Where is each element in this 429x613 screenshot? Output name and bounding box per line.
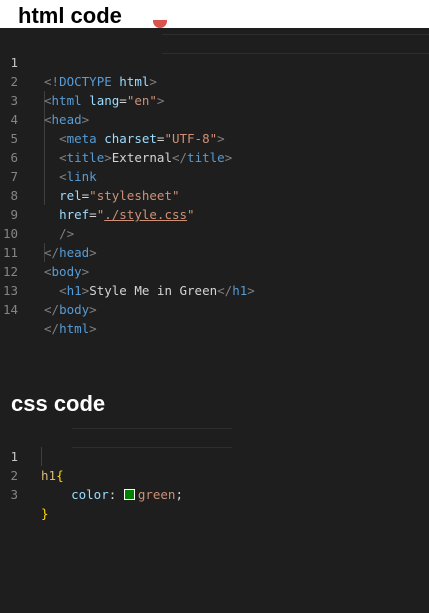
- code-line: 14 </html>: [0, 281, 429, 336]
- code-line: 1 h1{: [0, 428, 429, 483]
- code-text: </body>: [44, 302, 97, 317]
- code-line: 10 </head>: [0, 205, 429, 260]
- code-line: 6 <link: [0, 129, 429, 184]
- html-code-heading: html code: [18, 3, 122, 28]
- code-line: 13 </body>: [0, 262, 429, 317]
- code-text: </html>: [44, 321, 97, 336]
- code-line: 11 <body>: [0, 224, 429, 279]
- html-code-editor[interactable]: 1 <!DOCTYPE html> 2 <html lang="en"> 3 <…: [0, 34, 429, 336]
- code-line: 7 rel="stylesheet": [0, 148, 429, 203]
- code-line: 2 <html lang="en">: [0, 53, 429, 108]
- code-line: 5 <title>External</title>: [0, 110, 429, 165]
- line-number: 14: [2, 302, 18, 317]
- code-line: 8 href="./style.css": [0, 167, 429, 222]
- code-text: color: green;: [71, 487, 183, 502]
- code-line: 2 color: green;: [0, 447, 429, 502]
- code-text: }: [41, 506, 49, 521]
- css-code-editor[interactable]: 1 h1{ 2 color: green; 3 }: [0, 428, 429, 521]
- code-line: 3 }: [0, 466, 429, 521]
- css-code-heading: css code: [11, 391, 106, 416]
- code-line: 12 <h1>Style Me in Green</h1>: [0, 243, 429, 298]
- code-line: 3 <head>: [0, 72, 429, 127]
- code-line: 1 <!DOCTYPE html>: [0, 34, 429, 89]
- code-line: 4 <meta charset="UTF-8">: [0, 91, 429, 146]
- code-line: 9 />: [0, 186, 429, 241]
- color-swatch-icon[interactable]: [123, 489, 135, 500]
- line-number: 3: [10, 487, 18, 502]
